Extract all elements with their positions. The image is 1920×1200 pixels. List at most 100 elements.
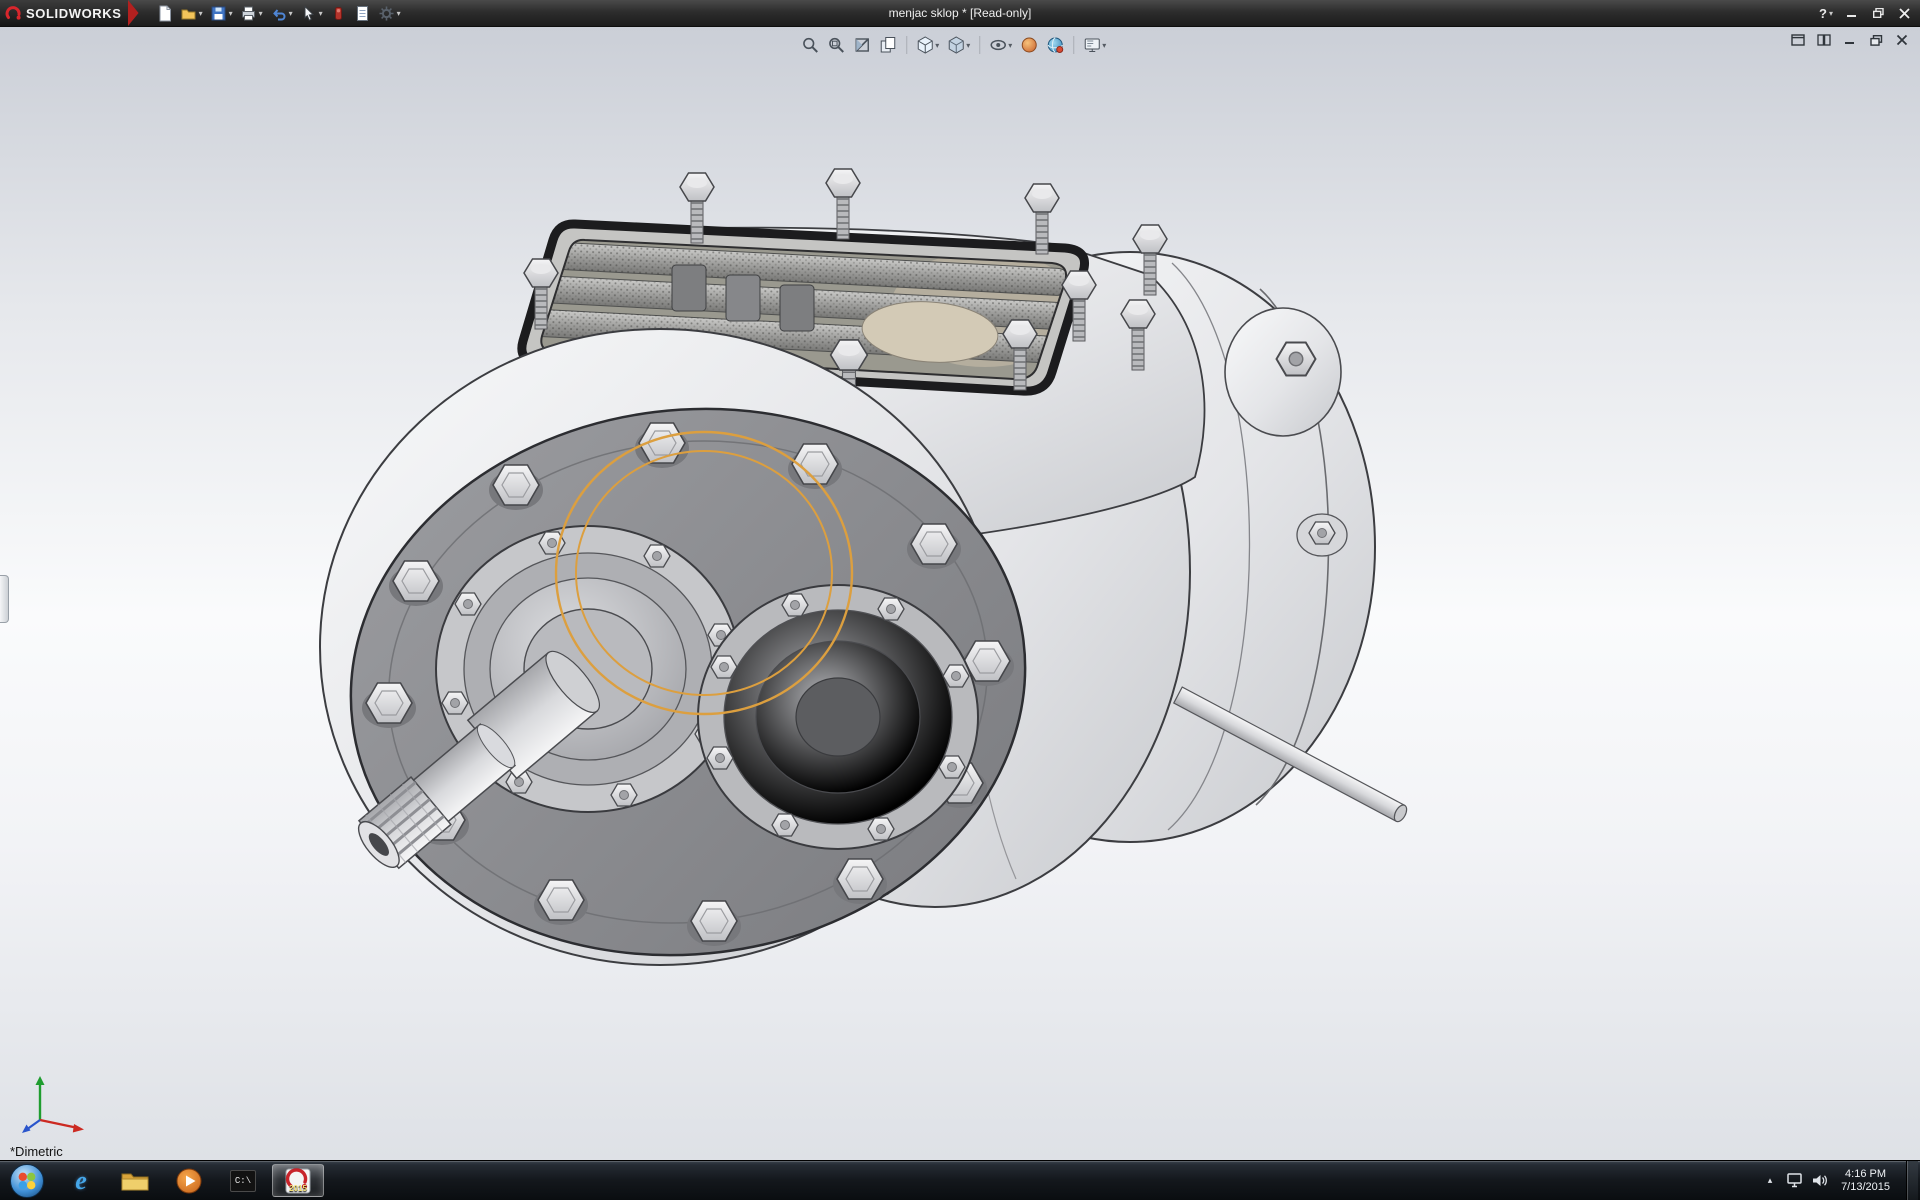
minimize-button[interactable]: [1840, 3, 1864, 23]
apply-scene-button[interactable]: [1043, 34, 1067, 56]
zoom-to-area-button[interactable]: [824, 34, 848, 56]
tile-windows-button[interactable]: [1814, 32, 1834, 48]
taskbar-solidworks-2015[interactable]: 2015: [272, 1164, 324, 1197]
featuremanager-collapsed-tab[interactable]: [0, 575, 9, 623]
display-style-button[interactable]: ▾: [944, 34, 973, 56]
options-gear-icon: [378, 5, 395, 22]
dropdown-arrow-icon: ▾: [966, 41, 970, 50]
minimize-icon: [1844, 35, 1856, 45]
solidworks-logo-icon: [5, 5, 22, 22]
open-icon: [180, 5, 197, 22]
view-orientation-button[interactable]: ▾: [913, 34, 942, 56]
dropdown-arrow-icon: ▾: [229, 9, 233, 18]
headsup-view-toolbar: ▾ ▾ ▾: [798, 34, 1109, 56]
hide-show-eye-icon: [989, 36, 1007, 54]
section-view-icon: [853, 36, 871, 54]
dropdown-arrow-icon: ▾: [259, 9, 263, 18]
apply-scene-globe-icon: [1046, 36, 1064, 54]
orientation-triad-icon: [20, 1068, 92, 1140]
view-orientation-label: *Dimetric: [10, 1144, 63, 1159]
help-button[interactable]: ? ▾: [1814, 3, 1838, 23]
dropdown-arrow-icon: ▾: [199, 9, 203, 18]
tiled-windows-icon: [1817, 34, 1831, 46]
restore-button[interactable]: [1866, 3, 1890, 23]
toolbar-separator: [979, 36, 980, 54]
save-button[interactable]: ▾: [207, 2, 236, 25]
quick-access-toolbar: ▾ ▾ ▾ ▾ ▾: [145, 2, 404, 25]
taskbar-clock[interactable]: 4:16 PM 7/13/2015: [1836, 1168, 1895, 1194]
taskbar-windows-explorer[interactable]: [109, 1161, 161, 1200]
folder-icon: [120, 1169, 150, 1193]
internet-explorer-icon: e: [75, 1168, 87, 1194]
taskbar-command-prompt[interactable]: C:\: [217, 1161, 269, 1200]
dropdown-arrow-icon: ▾: [1829, 9, 1833, 18]
save-icon: [210, 5, 227, 22]
dropdown-arrow-icon: ▾: [1102, 41, 1106, 50]
gearbox-model[interactable]: [0, 27, 1920, 1160]
dropdown-arrow-icon: ▾: [935, 41, 939, 50]
menu-flyout-tab[interactable]: [128, 0, 139, 27]
open-button[interactable]: ▾: [177, 2, 206, 25]
zoom-to-fit-button[interactable]: [798, 34, 822, 56]
network-icon: [1787, 1173, 1804, 1188]
undo-button[interactable]: ▾: [267, 2, 296, 25]
windows-start-orb-icon: [9, 1163, 45, 1199]
new-document-icon: [156, 5, 173, 22]
restore-icon: [1870, 35, 1883, 46]
print-button[interactable]: ▾: [237, 2, 266, 25]
clock-date: 7/13/2015: [1841, 1181, 1890, 1194]
new-document-button[interactable]: [153, 2, 176, 25]
solidworks-menu-button[interactable]: SOLIDWORKS: [0, 0, 128, 26]
model-viewport[interactable]: ▾ ▾ ▾: [0, 27, 1920, 1160]
hide-show-items-button[interactable]: ▾: [986, 34, 1015, 56]
dropdown-arrow-icon: ▾: [289, 9, 293, 18]
command-prompt-icon: C:\: [230, 1170, 256, 1192]
rebuild-icon: [330, 5, 347, 22]
solidworks-app: { "colors": { "accent_orange": "#dc9f3f"…: [0, 0, 1920, 1200]
show-hidden-icons-button[interactable]: ▴: [1761, 1168, 1779, 1194]
dropdown-arrow-icon: ▾: [319, 9, 323, 18]
file-properties-button[interactable]: [351, 2, 374, 25]
solidworks-logo-text: SOLIDWORKS: [26, 6, 122, 21]
view-orientation-cube-icon: [916, 36, 934, 54]
start-button[interactable]: [0, 1161, 54, 1200]
toolbar-separator: [906, 36, 907, 54]
section-view-button[interactable]: [850, 34, 874, 56]
document-restore-button[interactable]: [1866, 32, 1886, 48]
clock-time: 4:16 PM: [1841, 1168, 1890, 1181]
titlebar: SOLIDWORKS ▾ ▾ ▾: [0, 0, 1920, 27]
taskbar-internet-explorer[interactable]: e: [55, 1161, 107, 1200]
system-tray: ▴ 4:16 PM 7/13/2015: [1761, 1161, 1920, 1200]
dropdown-arrow-icon: ▾: [397, 9, 401, 18]
tray-volume-button[interactable]: [1811, 1168, 1829, 1194]
document-close-button[interactable]: [1892, 32, 1912, 48]
new-window-button[interactable]: [1788, 32, 1808, 48]
view-selector-button[interactable]: [876, 34, 900, 56]
tray-network-button[interactable]: [1786, 1168, 1804, 1194]
undo-icon: [270, 5, 287, 22]
rebuild-button[interactable]: [327, 2, 350, 25]
document-window-controls: [1788, 32, 1912, 48]
dropdown-arrow-icon: ▾: [1008, 41, 1012, 50]
media-player-icon: [176, 1168, 202, 1194]
edit-appearance-sphere-icon: [1020, 36, 1038, 54]
zoom-to-fit-icon: [801, 36, 819, 54]
toolbar-separator: [1073, 36, 1074, 54]
show-desktop-button[interactable]: [1906, 1161, 1918, 1200]
taskbar-media-player[interactable]: [163, 1161, 215, 1200]
window-icon: [1791, 34, 1805, 46]
document-minimize-button[interactable]: [1840, 32, 1860, 48]
close-icon: [1899, 8, 1910, 19]
taskbar: e C:\ 2015 ▴: [0, 1160, 1920, 1200]
view-settings-button[interactable]: ▾: [1080, 34, 1109, 56]
display-style-icon: [947, 36, 965, 54]
edit-appearance-button[interactable]: [1017, 34, 1041, 56]
chevron-up-icon: ▴: [1768, 1175, 1773, 1186]
close-button[interactable]: [1892, 3, 1916, 23]
close-icon: [1896, 34, 1908, 46]
options-button[interactable]: ▾: [375, 2, 404, 25]
view-selector-icon: [879, 36, 897, 54]
select-button[interactable]: ▾: [297, 2, 326, 25]
window-controls: ? ▾: [1814, 3, 1920, 23]
solidworks-version-badge: 2015: [273, 1184, 323, 1193]
